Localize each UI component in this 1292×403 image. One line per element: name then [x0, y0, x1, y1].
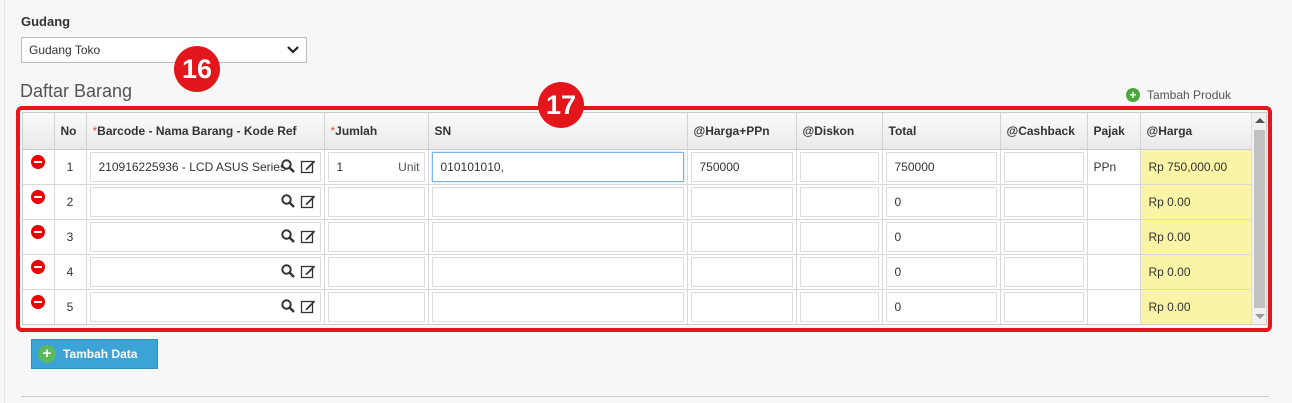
- annotation-badge-17: 17: [538, 82, 584, 128]
- divider: [21, 396, 1269, 397]
- left-border: [4, 0, 5, 403]
- tambah-produk-link[interactable]: + Tambah Produk: [1126, 88, 1231, 102]
- annotation-highlight-box: [16, 106, 1272, 332]
- chevron-down-icon: [287, 46, 299, 54]
- tambah-data-button[interactable]: + Tambah Data: [31, 339, 158, 369]
- tambah-produk-label: Tambah Produk: [1147, 88, 1232, 102]
- gudang-select[interactable]: Gudang Toko: [21, 37, 307, 63]
- gudang-select-value: Gudang Toko: [29, 43, 101, 57]
- gudang-label: Gudang: [21, 14, 71, 29]
- section-title: Daftar Barang: [20, 81, 133, 101]
- plus-circle-icon: +: [1126, 88, 1140, 102]
- plus-circle-icon: +: [38, 345, 56, 363]
- annotation-badge-16: 16: [174, 46, 220, 92]
- tambah-data-label: Tambah Data: [63, 347, 138, 361]
